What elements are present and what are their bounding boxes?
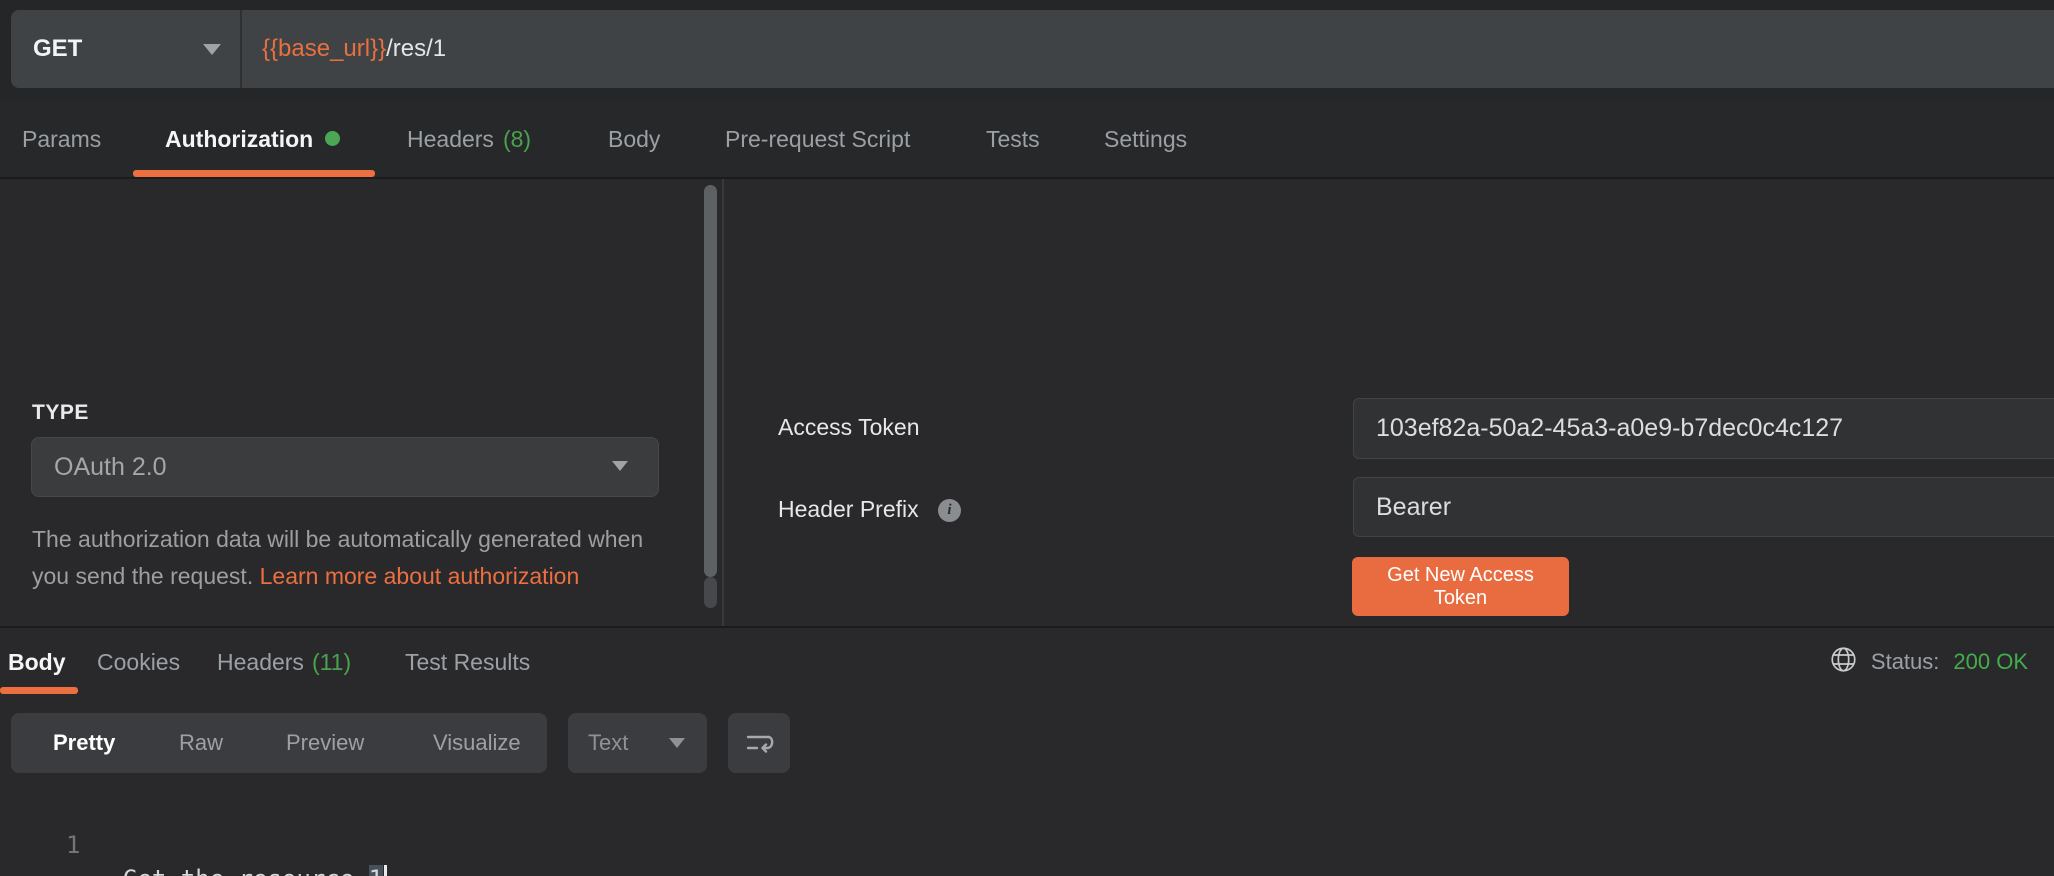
learn-more-link[interactable]: Learn more about authorization [260,563,580,589]
access-token-label: Access Token [778,414,919,441]
wrap-text-icon [744,730,774,756]
auth-type-select[interactable]: OAuth 2.0 [31,437,659,497]
method-selector[interactable]: GET [11,10,240,88]
response-view-switcher: Pretty Raw Preview Visualize [11,713,547,773]
response-status-area: Status: 200 OK [1830,630,2028,694]
request-tabs: Params Authorization Headers (8) Body Pre… [0,101,2054,179]
tab-authorization-label: Authorization [165,126,313,152]
status-value: 200 OK [1953,649,2028,675]
chevron-down-icon [669,738,685,748]
url-bar: GET {{base_url}}/res/1 [11,10,2054,88]
headers-count-badge: (8) [503,126,531,152]
tab-body[interactable]: Body [608,101,660,177]
access-token-input[interactable]: 103ef82a-50a2-45a3-a0e9-b7dec0c4c127 [1353,398,2054,459]
response-tab-test-results[interactable]: Test Results [405,630,530,694]
tab-headers-label: Headers [407,126,494,152]
view-pretty[interactable]: Pretty [53,713,115,773]
authorization-editor: TYPE OAuth 2.0 The authorization data wi… [0,179,2054,628]
tab-prerequest-script[interactable]: Pre-request Script [725,101,910,177]
method-label: GET [33,10,82,88]
get-new-access-token-button[interactable]: Get New Access Token [1352,557,1569,616]
type-label: TYPE [32,401,89,425]
globe-icon[interactable] [1830,646,1857,678]
postman-app: GET {{base_url}}/res/1 Params Authorizat… [0,0,2054,876]
tab-headers[interactable]: Headers (8) [407,101,531,177]
response-format-select[interactable]: Text [568,713,707,773]
response-body-text-main: Get the resource [123,865,369,876]
auth-type-value: OAuth 2.0 [54,438,167,496]
line-number: 1 [66,828,80,862]
tab-authorization[interactable]: Authorization [165,101,340,177]
header-prefix-input[interactable]: Bearer [1353,477,2054,537]
panel-divider [722,179,724,626]
active-response-tab-underline [0,687,78,694]
status-label: Status: [1871,649,1939,675]
header-prefix-label: Header Prefix [778,496,919,523]
response-body-text: Get the resource 1 [123,862,387,876]
tab-settings[interactable]: Settings [1104,101,1187,177]
auth-active-dot [325,131,340,146]
view-raw[interactable]: Raw [179,713,223,773]
text-caret [384,865,387,876]
view-visualize[interactable]: Visualize [433,713,521,773]
response-format-value: Text [588,713,628,773]
left-panel-scrollbar[interactable] [704,185,717,577]
response-body-line[interactable]: 1 Get the resource 1 [0,794,2054,828]
wrap-text-button[interactable] [728,713,790,773]
auth-helper-text: The authorization data will be automatic… [32,521,662,595]
response-section: Body Cookies Headers (11) Test Results St… [0,630,2054,876]
response-headers-count-badge: (11) [312,649,351,675]
cursor-character: 1 [369,865,383,876]
response-tab-cookies[interactable]: Cookies [97,630,180,694]
request-bar: GET {{base_url}}/res/1 [0,0,2054,101]
left-panel-scrollbar-track [704,577,717,608]
url-variable: {{base_url}} [262,35,386,62]
info-icon[interactable]: i [938,499,961,522]
url-input[interactable]: {{base_url}}/res/1 [262,10,446,88]
view-preview[interactable]: Preview [286,713,364,773]
divider [240,10,242,88]
chevron-down-icon [612,461,628,471]
tab-params[interactable]: Params [22,101,101,177]
chevron-down-icon [203,44,221,55]
active-tab-underline [133,170,375,177]
response-tab-headers-label: Headers [217,649,304,675]
url-path: /res/1 [386,35,446,62]
response-tab-body[interactable]: Body [8,630,66,694]
tab-tests[interactable]: Tests [986,101,1040,177]
response-tab-headers[interactable]: Headers (11) [217,630,351,694]
